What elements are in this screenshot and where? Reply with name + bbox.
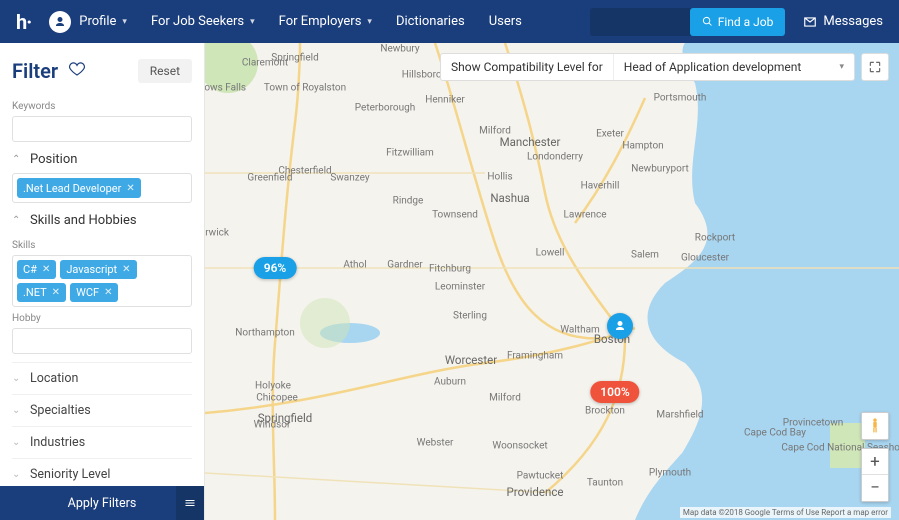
hobby-input[interactable] xyxy=(12,328,192,354)
avatar-icon xyxy=(49,11,71,33)
search-icon xyxy=(702,16,713,27)
tag: WCF✕ xyxy=(70,283,118,302)
section-specialties[interactable]: ⌄Specialties xyxy=(12,394,192,426)
chevron-up-icon: ⌃ xyxy=(12,154,24,165)
logo[interactable]: h· xyxy=(16,10,31,34)
mail-icon xyxy=(803,15,817,29)
nav-job-seekers[interactable]: For Job Seekers▾ xyxy=(151,14,255,29)
pegman-icon xyxy=(868,417,882,435)
remove-tag-icon[interactable]: ✕ xyxy=(42,264,50,275)
chevron-down-icon: ▾ xyxy=(122,17,127,27)
compatibility-bar: Show Compatibility Level for Head of App… xyxy=(440,53,855,81)
filter-sidebar: Filter Reset Keywords ⌃ Position .Net Le… xyxy=(0,43,205,520)
search-wrap: Find a Job xyxy=(590,8,786,36)
map[interactable]: SpringfieldNewburyClaremontTown of Royal… xyxy=(205,43,899,520)
section-location[interactable]: ⌄Location xyxy=(12,362,192,394)
chevron-down-icon: ⌄ xyxy=(12,405,24,416)
position-tagbox[interactable]: .Net Lead Developer✕ xyxy=(12,173,192,203)
heart-icon[interactable] xyxy=(68,60,86,82)
compat-label: Show Compatibility Level for xyxy=(441,54,614,80)
filter-title: Filter xyxy=(12,59,58,83)
compat-marker[interactable]: 96% xyxy=(254,257,297,279)
search-input[interactable] xyxy=(590,15,690,29)
chevron-down-icon: ▾ xyxy=(250,17,255,27)
zoom-in-button[interactable]: + xyxy=(862,449,888,475)
remove-tag-icon[interactable]: ✕ xyxy=(52,287,60,298)
chevron-down-icon: ⌄ xyxy=(12,373,24,384)
nav-dictionaries[interactable]: Dictionaries xyxy=(396,14,465,29)
compat-marker[interactable]: 100% xyxy=(590,381,639,403)
section-position[interactable]: ⌃ Position xyxy=(12,142,192,173)
section-seniority[interactable]: ⌄Seniority Level xyxy=(12,458,192,486)
topbar: h· Profile ▾ For Job Seekers▾ For Employ… xyxy=(0,0,899,43)
skills-label: Skills xyxy=(12,240,192,251)
fullscreen-button[interactable] xyxy=(861,53,889,81)
tag: Javascript✕ xyxy=(60,260,136,279)
tag: .NET✕ xyxy=(17,283,66,302)
tag: C#✕ xyxy=(17,260,56,279)
remove-tag-icon[interactable]: ✕ xyxy=(126,183,134,194)
chevron-down-icon: ▾ xyxy=(839,62,844,72)
keywords-label: Keywords xyxy=(12,101,192,112)
pegman[interactable] xyxy=(861,412,889,440)
nav-employers[interactable]: For Employers▾ xyxy=(279,14,372,29)
messages-link[interactable]: Messages xyxy=(803,14,883,29)
remove-tag-icon[interactable]: ✕ xyxy=(104,287,112,298)
nav-users[interactable]: Users xyxy=(489,14,522,29)
list-icon xyxy=(184,497,196,509)
chevron-down-icon: ⌄ xyxy=(12,437,24,448)
section-skills[interactable]: ⌃ Skills and Hobbies xyxy=(12,203,192,234)
profile-label: Profile xyxy=(79,14,116,29)
section-industries[interactable]: ⌄Industries xyxy=(12,426,192,458)
list-toggle-button[interactable] xyxy=(176,486,204,520)
compat-select[interactable]: Head of Application development ▾ xyxy=(614,60,854,74)
keywords-input[interactable] xyxy=(12,116,192,142)
map-background xyxy=(205,43,899,520)
hobby-label: Hobby xyxy=(12,313,192,324)
chevron-down-icon: ▾ xyxy=(367,17,372,27)
fullscreen-icon xyxy=(868,60,882,74)
chevron-down-icon: ⌄ xyxy=(12,469,24,480)
remove-tag-icon[interactable]: ✕ xyxy=(122,264,130,275)
zoom-out-button[interactable]: − xyxy=(862,475,888,501)
user-marker[interactable] xyxy=(607,313,633,339)
zoom-controls: + − xyxy=(861,448,889,502)
apply-filters-button[interactable]: Apply Filters xyxy=(0,486,204,520)
map-credit: Map data ©2018 Google Terms of Use Repor… xyxy=(680,507,891,518)
find-job-button[interactable]: Find a Job xyxy=(690,8,786,36)
reset-button[interactable]: Reset xyxy=(138,59,192,83)
skills-tagbox[interactable]: C#✕ Javascript✕ .NET✕ WCF✕ xyxy=(12,255,192,307)
tag: .Net Lead Developer✕ xyxy=(17,178,141,198)
chevron-up-icon: ⌃ xyxy=(12,215,24,226)
profile-menu[interactable]: Profile ▾ xyxy=(49,11,127,33)
